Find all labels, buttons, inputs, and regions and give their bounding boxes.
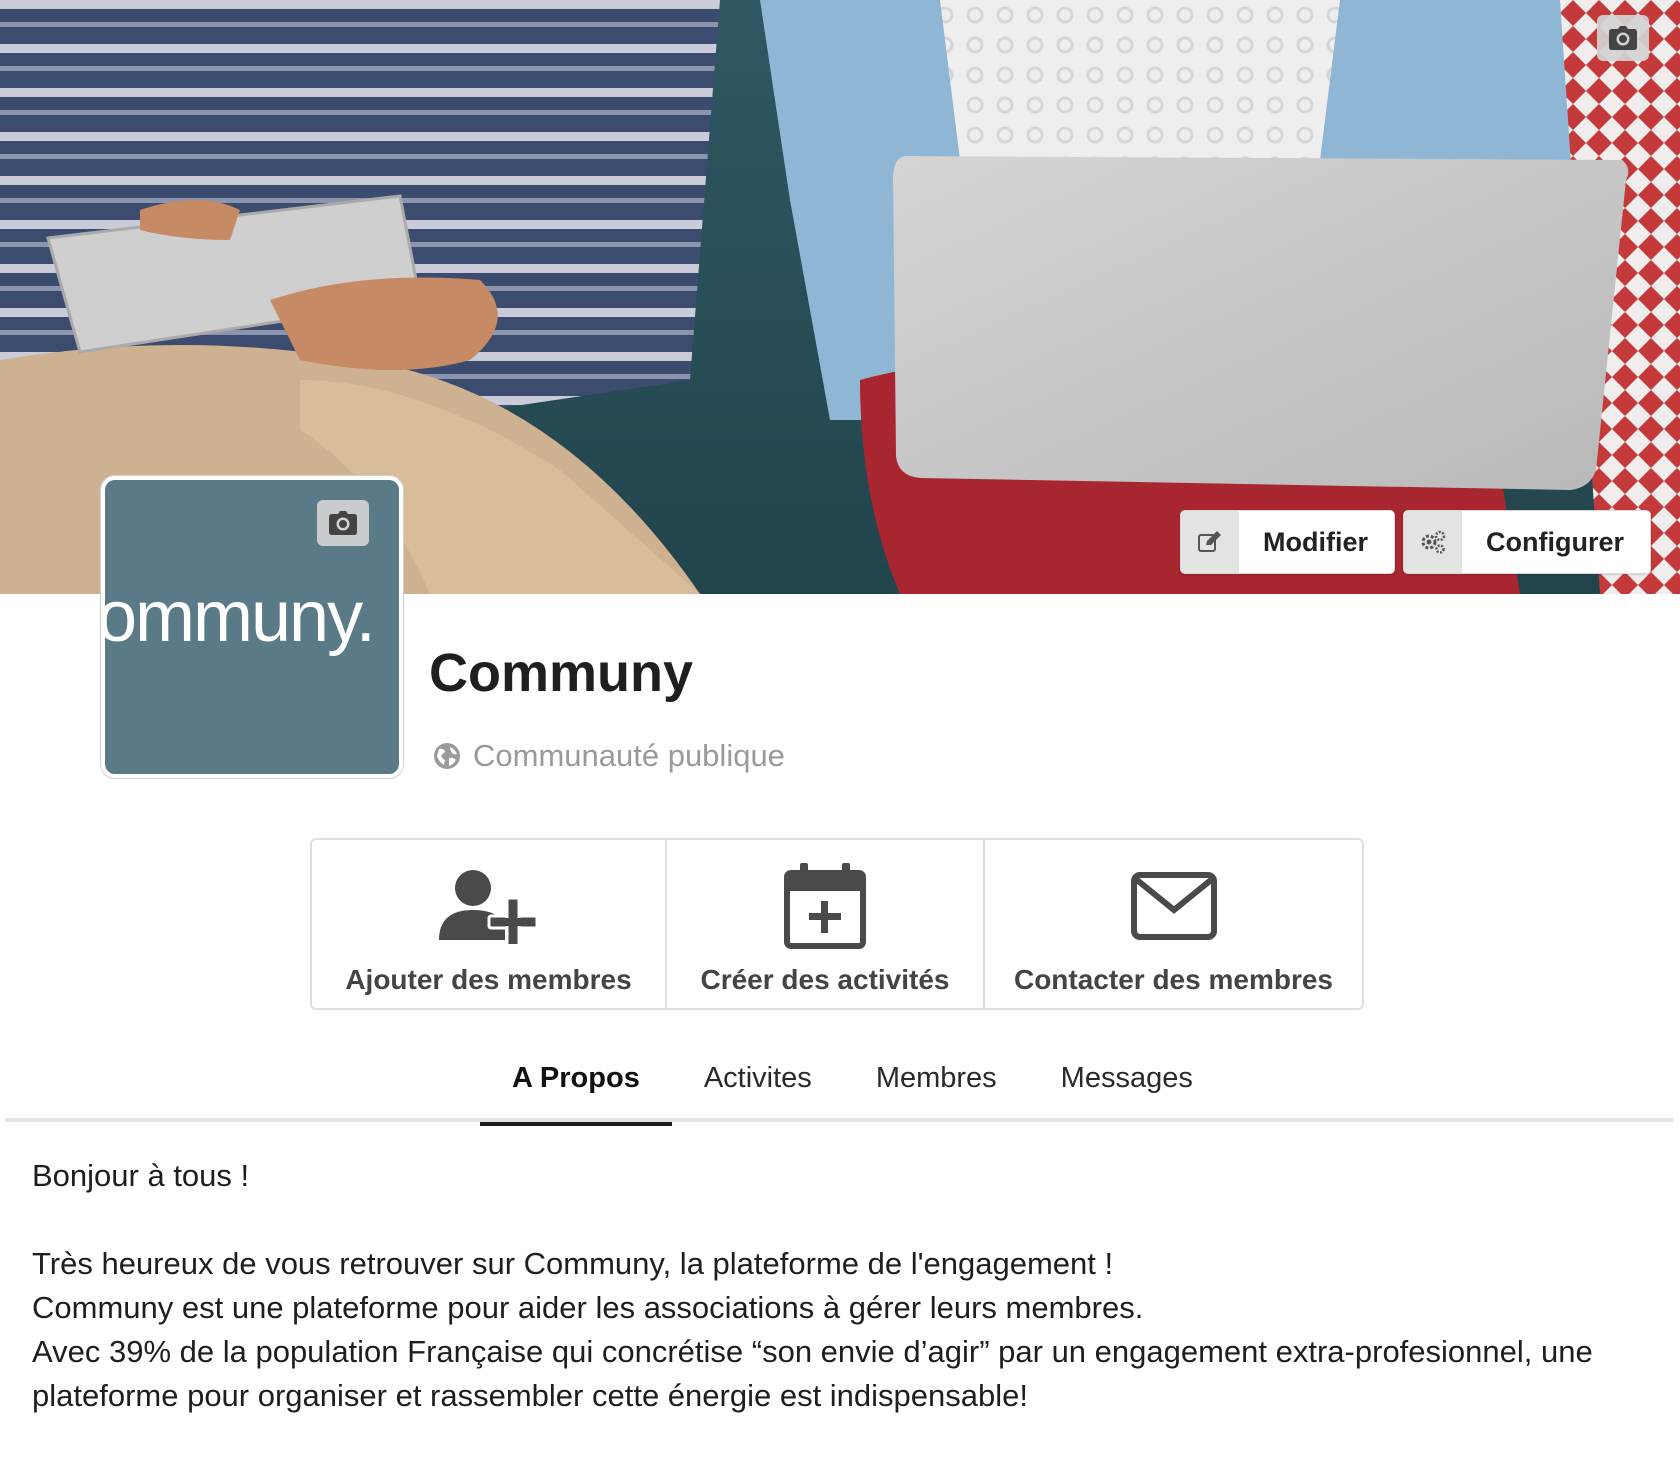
- globe-icon: [434, 743, 460, 769]
- about-greeting: Bonjour à tous !: [32, 1158, 250, 1193]
- add-members-action[interactable]: Ajouter des membres: [312, 840, 665, 1008]
- community-tabs: A Propos Activites Membres Messages: [5, 1044, 1673, 1126]
- configure-button[interactable]: Configurer: [1403, 510, 1651, 574]
- contact-members-action[interactable]: Contacter des membres: [983, 840, 1362, 1008]
- change-cover-photo-button[interactable]: [1597, 15, 1649, 61]
- calendar-plus-icon: [784, 860, 866, 952]
- camera-icon: [329, 511, 357, 535]
- about-line: Avec 39% de la population Française qui …: [32, 1334, 1593, 1413]
- create-activities-action[interactable]: Créer des activités: [665, 840, 983, 1008]
- create-activities-label: Créer des activités: [700, 964, 950, 995]
- about-section: Bonjour à tous ! Très heureux de vous re…: [32, 1154, 1652, 1418]
- add-user-icon: [438, 860, 539, 952]
- envelope-icon: [1130, 860, 1217, 952]
- privacy-status: Communauté publique: [433, 738, 785, 774]
- tab-messages[interactable]: Messages: [1029, 1044, 1225, 1122]
- privacy-label: Communauté publique: [473, 738, 785, 773]
- edit-icon: [1181, 511, 1239, 573]
- add-members-label: Ajouter des membres: [345, 964, 632, 995]
- quick-actions: Ajouter des membres Créer des activités: [310, 838, 1364, 1010]
- tab-list: A Propos Activites Membres Messages: [480, 1044, 1225, 1126]
- community-logo: ommuny.: [101, 577, 376, 657]
- tab-members[interactable]: Membres: [844, 1044, 1029, 1122]
- cover-actions: Modifier Configurer: [1180, 510, 1651, 574]
- community-avatar: ommuny.: [101, 476, 403, 778]
- edit-button-label: Modifier: [1263, 526, 1368, 557]
- community-name: Communy: [429, 643, 694, 703]
- contact-members-label: Contacter des membres: [1013, 964, 1333, 995]
- configure-button-label: Configurer: [1486, 526, 1624, 557]
- community-page: Modifier Configurer ommuny. Communy Comm…: [0, 0, 1680, 1462]
- change-avatar-button[interactable]: [317, 500, 369, 546]
- camera-icon: [1609, 26, 1637, 50]
- gears-icon: [1404, 511, 1462, 573]
- tab-activities[interactable]: Activites: [672, 1044, 844, 1122]
- tab-about[interactable]: A Propos: [480, 1044, 672, 1126]
- about-line: Communy est une plateforme pour aider le…: [32, 1290, 1144, 1325]
- edit-button[interactable]: Modifier: [1180, 510, 1395, 574]
- about-line: Très heureux de vous retrouver sur Commu…: [32, 1246, 1114, 1281]
